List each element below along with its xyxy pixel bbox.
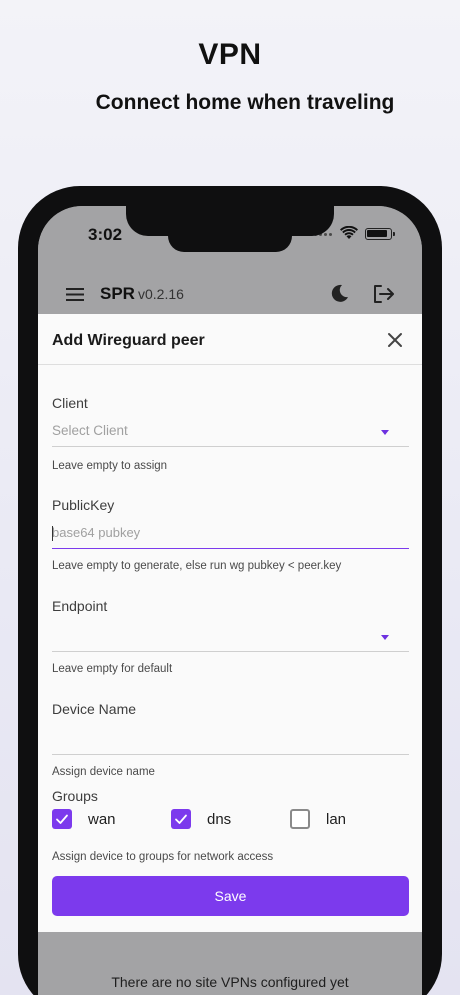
device-name-label: Device Name [52, 701, 137, 717]
publickey-input[interactable]: base64 pubkey [52, 523, 409, 549]
empty-site-vpns-message: There are no site VPNs configured yet [111, 974, 349, 990]
battery-icon [365, 228, 395, 240]
checkbox-label-lan[interactable]: lan [326, 811, 346, 828]
logout-icon[interactable] [373, 284, 395, 304]
client-label: Client [52, 395, 88, 411]
groups-helper: Assign device to groups for network acce… [52, 851, 274, 863]
menu-icon[interactable] [66, 288, 84, 301]
moon-icon[interactable] [330, 284, 349, 303]
publickey-placeholder: base64 pubkey [52, 525, 141, 540]
groups-label: Groups [52, 788, 98, 804]
app-name: SPR [100, 284, 135, 303]
wifi-icon [340, 226, 358, 239]
client-select[interactable]: Select Client [52, 421, 409, 447]
checkbox-dns[interactable] [171, 809, 191, 829]
text-caret [52, 526, 53, 541]
check-icon [175, 814, 187, 824]
chevron-down-icon [381, 635, 389, 640]
checkbox-lan[interactable] [290, 809, 310, 829]
phone-screen: 3:02 SPR v0.2.16 Add Wireguard peer Clie… [38, 206, 422, 995]
chevron-down-icon [381, 430, 389, 435]
dynamic-island [168, 226, 292, 252]
app-bar: SPR v0.2.16 [38, 264, 422, 316]
publickey-helper: Leave empty to generate, else run wg pub… [52, 560, 342, 572]
client-placeholder: Select Client [52, 423, 128, 438]
endpoint-select[interactable] [52, 626, 409, 652]
modal-header: Add Wireguard peer [38, 314, 422, 365]
endpoint-helper: Leave empty for default [52, 663, 173, 675]
background-page: There are no site VPNs configured yet [38, 932, 422, 995]
client-helper: Leave empty to assign [52, 460, 168, 472]
checkbox-label-dns[interactable]: dns [207, 811, 231, 828]
promo-title: VPN [198, 38, 262, 71]
publickey-label: PublicKey [52, 497, 115, 513]
save-button[interactable]: Save [52, 876, 409, 916]
check-icon [56, 814, 68, 824]
device-name-helper: Assign device name [52, 766, 155, 778]
endpoint-label: Endpoint [52, 598, 108, 614]
close-icon[interactable] [387, 332, 403, 348]
device-name-input[interactable] [52, 729, 409, 755]
app-version: v0.2.16 [138, 286, 184, 302]
promo-subtitle: Connect home when traveling [95, 91, 395, 114]
checkbox-label-wan[interactable]: wan [88, 811, 116, 828]
status-time: 3:02 [88, 225, 123, 244]
add-peer-modal: Add Wireguard peer Client Select Client … [38, 314, 422, 932]
modal-title: Add Wireguard peer [52, 332, 205, 349]
checkbox-wan[interactable] [52, 809, 72, 829]
